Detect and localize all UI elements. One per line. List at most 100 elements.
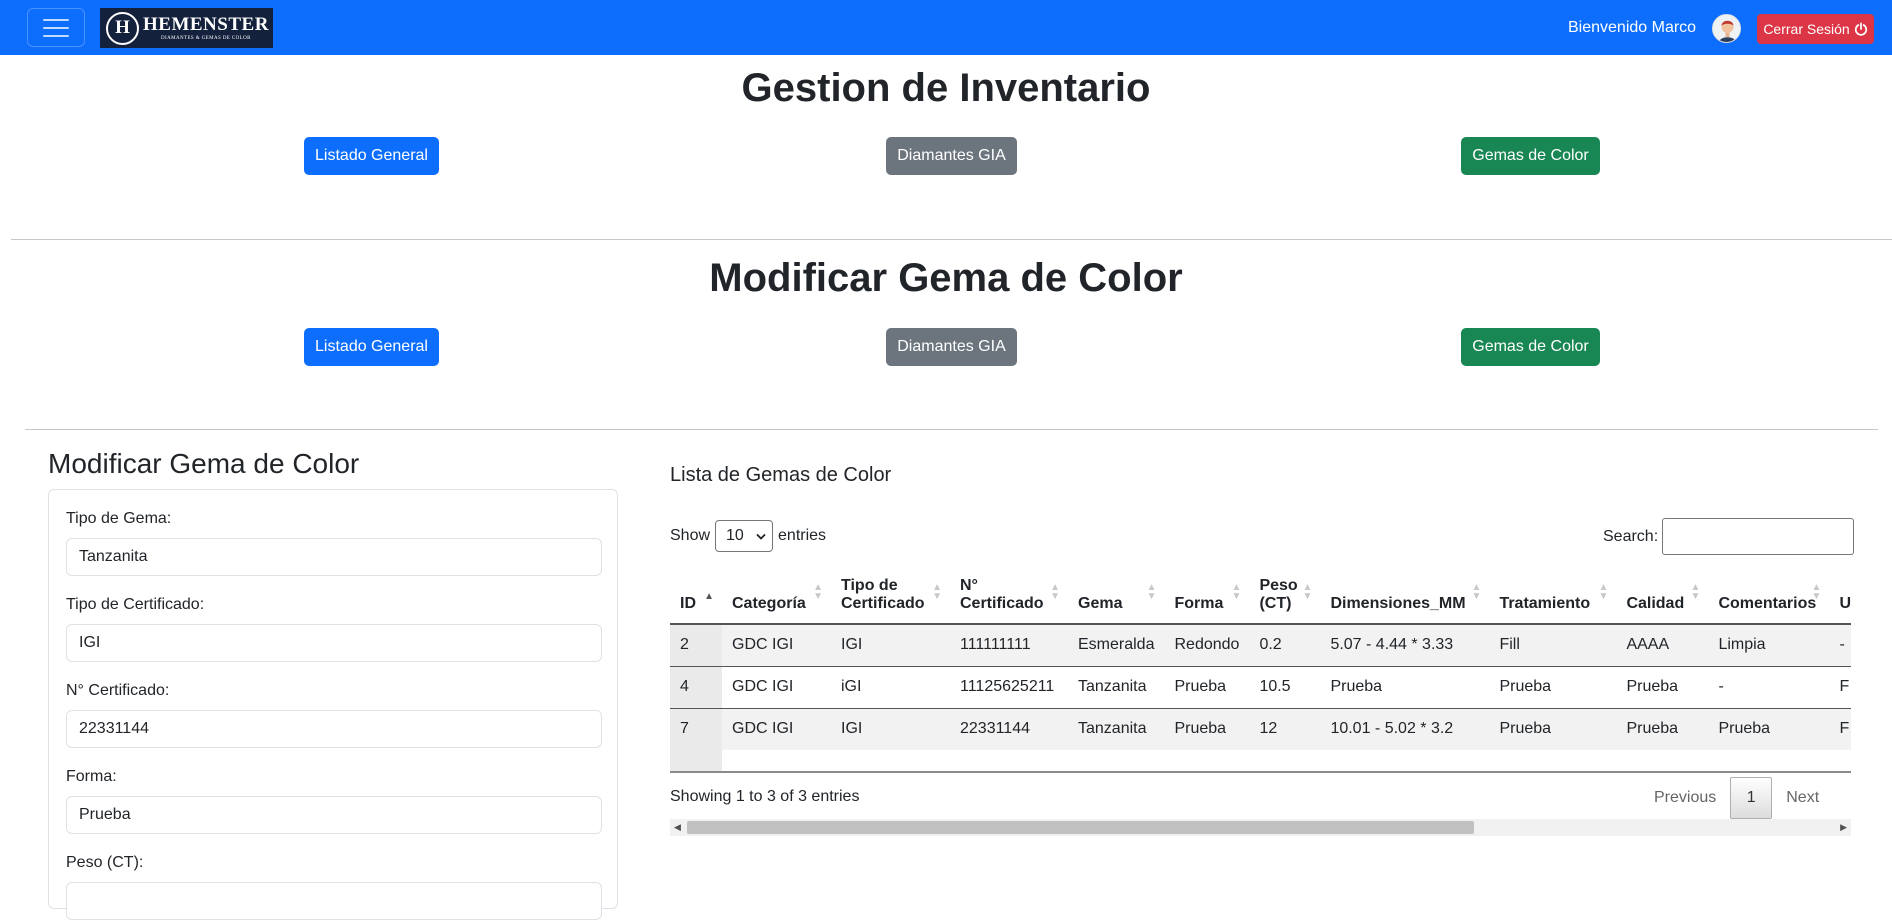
table-filler-cell — [1616, 750, 1708, 771]
sort-icon: ▲ ▼ — [932, 582, 942, 602]
table-filler-cell — [722, 750, 831, 771]
brand-logo[interactable]: H HEMENSTER DIAMANTES & GEMAS DE COLOR — [100, 8, 273, 48]
certificado-number-input[interactable] — [66, 710, 602, 748]
gemas-de-color-button[interactable]: Gemas de Color — [1461, 137, 1600, 175]
column-header-label: Tipo de — [841, 577, 898, 594]
power-icon — [1854, 22, 1867, 36]
menu-toggle-button[interactable] — [27, 8, 85, 47]
sort-icon: ▲ ▼ — [1598, 582, 1609, 602]
column-header[interactable]: N° Certificado ▲ ▼ — [950, 556, 1068, 625]
table-cell: 10.5 — [1249, 665, 1321, 708]
peso-label: Peso (CT): — [66, 854, 144, 871]
welcome-text: Bienvenido Marco — [1568, 19, 1697, 36]
column-header-label: (CT) — [1259, 595, 1292, 612]
table-cell: Limpia — [1718, 636, 1766, 654]
table-cell: Prueba — [1708, 707, 1830, 750]
column-header[interactable]: Comentarios ▲ ▼ — [1708, 556, 1830, 625]
table-cell: 5.07 - 4.44 * 3.33 — [1330, 636, 1454, 654]
table-header-row: ID ▲ Categoría ▲ ▼ Tipo de Certificado ▲ ▼ N° Cert… — [670, 556, 1851, 625]
column-header-label: Certificado — [841, 595, 925, 612]
table-filler-cell — [831, 750, 950, 771]
sort-icon: ▲ ▼ — [1302, 582, 1313, 602]
column-header[interactable]: Tratamiento ▲ ▼ — [1489, 556, 1617, 625]
search-label: Search: — [1603, 527, 1659, 545]
column-header-label: Tratamiento — [1499, 595, 1591, 612]
table-filler-row — [670, 750, 1851, 771]
scrollbar-thumb[interactable] — [687, 821, 1474, 834]
peso-input[interactable] — [66, 882, 602, 920]
column-header[interactable]: U▲▼ — [1829, 556, 1851, 625]
table-cell: IGI — [841, 636, 863, 654]
column-header-label: Dimensiones_MM — [1330, 595, 1466, 612]
column-header-label: ID — [680, 595, 696, 612]
table-cell: Tanzanita — [1068, 665, 1165, 708]
previous-page-button[interactable]: Previous — [1640, 777, 1730, 819]
table-cell: 111111111 — [960, 636, 1031, 654]
entries-length-control: Show 10 entries — [670, 520, 826, 552]
sort-icon: ▲ ▼ — [1231, 582, 1242, 602]
table-cell: GDC IGI — [732, 636, 794, 654]
column-header[interactable]: Categoría ▲ ▼ — [722, 556, 831, 625]
column-header[interactable]: Forma ▲ ▼ — [1164, 556, 1250, 625]
table-cell: Prueba — [1164, 707, 1250, 750]
entries-select[interactable]: 10 — [715, 520, 774, 552]
column-header[interactable]: ID ▲ — [670, 556, 722, 625]
table-cell: 11125625211 — [950, 665, 1068, 708]
tipo-gema-label: Tipo de Gema: — [66, 510, 172, 527]
table-cell: 2 — [670, 624, 722, 666]
search-input[interactable] — [1662, 518, 1855, 555]
entries-label: entries — [778, 527, 827, 544]
table-cell: Prueba — [1489, 665, 1617, 708]
table-cell: Fill — [1499, 636, 1520, 654]
column-header-label: Categoría — [732, 595, 806, 612]
sort-icon: ▲ ▼ — [813, 582, 823, 602]
sort-icon: ▲ ▼ — [1811, 582, 1822, 602]
page-1-button[interactable]: 1 — [1730, 777, 1773, 819]
table-cell: - — [1708, 665, 1830, 708]
scroll-right-icon[interactable]: ▶ — [1840, 822, 1847, 833]
inventory-heading: Gestion de Inventario — [741, 66, 1151, 110]
column-header[interactable]: Calidad ▲ ▼ — [1616, 556, 1709, 625]
brand-text: HEMENSTER DIAMANTES & GEMAS DE COLOR — [143, 15, 269, 41]
edit-form-card: Tipo de Gema: Tipo de Certificado: N° Ce… — [48, 489, 618, 920]
sort-ascending-icon: ▲ — [704, 591, 714, 602]
table-row[interactable]: 4 GDC IGI iGI 11125625211 Tanzanita Prueba 10.… — [670, 665, 1851, 708]
forma-input[interactable] — [66, 796, 602, 834]
column-header[interactable]: Gema ▲ ▼ — [1068, 556, 1165, 625]
user-avatar[interactable] — [1712, 14, 1741, 43]
gemas-de-color-button-2[interactable]: Gemas de Color — [1461, 328, 1600, 366]
table-cell: 12 — [1249, 707, 1321, 750]
column-header[interactable]: Peso (CT) ▲ ▼ — [1249, 556, 1321, 625]
horizontal-scrollbar[interactable]: ◀ ▶ — [670, 819, 1851, 836]
diamantes-gia-button-2[interactable]: Diamantes GIA — [886, 328, 1017, 366]
tipo-certificado-label: Tipo de Certificado: — [66, 596, 205, 613]
table-cell: iGI — [831, 665, 950, 708]
column-header-label: Calidad — [1626, 595, 1685, 612]
next-page-button[interactable]: Next — [1772, 777, 1833, 819]
tipo-gema-input[interactable] — [66, 538, 602, 576]
table-cell: Prueba — [1616, 707, 1709, 750]
tipo-certificado-input[interactable] — [66, 624, 602, 662]
pagination: Previous 1 Next — [1640, 777, 1833, 819]
column-header-label: N° — [960, 577, 978, 594]
scroll-left-icon[interactable]: ◀ — [674, 822, 681, 833]
table-row[interactable]: 7 GDC IGI IGI 22331144 Tanzanita Prueba 12 10.0… — [670, 707, 1851, 750]
table-cell: 10.01 - 5.02 * 3.2 — [1320, 707, 1490, 750]
table-filler-cell — [1068, 750, 1164, 771]
listado-general-button-2[interactable]: Listado General — [304, 328, 439, 366]
column-header[interactable]: Tipo de Certificado ▲ ▼ — [831, 556, 950, 625]
table-cell: Esmeralda — [1078, 636, 1155, 654]
brand-name: HEMENSTER — [143, 14, 269, 35]
column-header[interactable]: Dimensiones_MM ▲ ▼ — [1320, 556, 1490, 625]
hamburger-icon-line — [43, 26, 69, 29]
brand-initial: H — [106, 11, 139, 45]
logout-button[interactable]: Cerrar Sesión — [1757, 14, 1874, 44]
table-cell: GDC IGI — [722, 707, 831, 750]
diamantes-gia-button[interactable]: Diamantes GIA — [886, 137, 1017, 175]
table-cell: 7 — [670, 707, 722, 750]
table-filler-cell — [1708, 750, 1829, 771]
table-filler-cell — [950, 750, 1068, 771]
brand-tagline: DIAMANTES & GEMAS DE COLOR — [161, 36, 251, 41]
listado-general-button[interactable]: Listado General — [304, 137, 439, 175]
table-row[interactable]: 2 GDC IGI IGI 111111111 Esmeralda Redondo 0.2 5… — [670, 624, 1851, 666]
